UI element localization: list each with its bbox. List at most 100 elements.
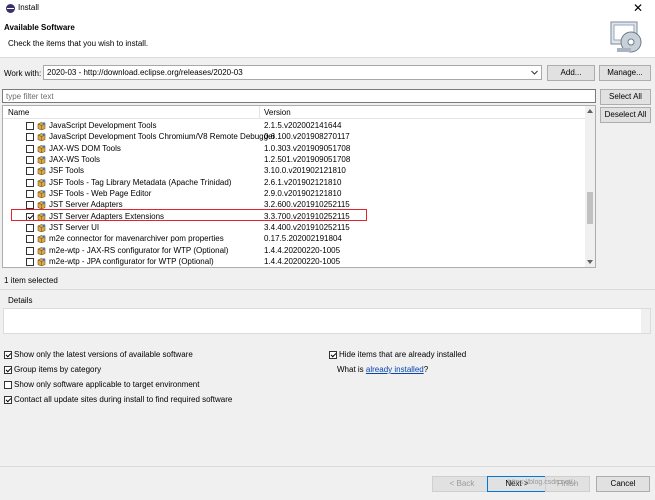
title-bar: Install ✕ [0, 0, 655, 17]
package-icon [37, 167, 46, 176]
hide-installed-label: Hide items that are already installed [339, 350, 467, 359]
group-by-category-checkbox[interactable] [4, 366, 12, 374]
row-name: JSF Tools - Web Page Editor [49, 189, 152, 199]
tree-column-header: Name Version [3, 106, 586, 119]
package-icon [37, 133, 46, 142]
tree-row[interactable]: JavaScript Development Tools 2.1.5.v20200… [3, 120, 586, 131]
row-version: 3.4.400.v201910252115 [264, 223, 350, 233]
row-checkbox[interactable] [26, 167, 34, 176]
row-version: 0.17.5.202002191804 [264, 234, 342, 244]
column-separator[interactable] [259, 106, 260, 118]
row-name: m2e connector for mavenarchiver pom prop… [49, 234, 224, 244]
row-name: JSF Tools [49, 166, 84, 176]
what-is-prefix: What is [337, 365, 366, 374]
back-button[interactable]: < Back [432, 476, 492, 492]
install-cd-icon [610, 21, 642, 53]
target-environment-checkbox[interactable] [4, 381, 12, 389]
page-description: Check the items that you wish to install… [8, 39, 149, 48]
row-version: 1.0.303.v201909051708 [264, 143, 351, 153]
row-name: JAX-WS DOM Tools [49, 143, 121, 153]
what-is-installed: What is already installed? [337, 365, 428, 374]
row-name: JAX-WS Tools [49, 155, 100, 165]
tree-row[interactable]: JavaScript Development Tools Chromium/V8… [3, 131, 586, 142]
divider [0, 289, 655, 290]
row-checkbox[interactable] [26, 178, 34, 187]
column-name[interactable]: Name [8, 108, 29, 117]
row-checkbox[interactable] [26, 258, 34, 267]
already-installed-link[interactable]: already installed [366, 365, 424, 374]
watermark: https://blog.csdn.net/... [508, 479, 579, 486]
row-version: 0.6.100.v201908270117 [264, 132, 350, 142]
details-label: Details [8, 296, 33, 305]
work-with-value: 2020-03 - http://download.eclipse.org/re… [47, 68, 243, 77]
window-title: Install [18, 3, 39, 12]
add-site-button[interactable]: Add... [547, 65, 595, 81]
software-tree[interactable]: Name Version JavaScript Development Tool… [2, 105, 596, 268]
row-name: JSF Tools - Tag Library Metadata (Apache… [49, 177, 232, 187]
eclipse-icon [6, 4, 15, 13]
group-by-category-label: Group items by category [14, 365, 102, 374]
tree-row[interactable]: JSF Tools 3.10.0.v201902121810 [3, 165, 586, 176]
page-title: Available Software [4, 23, 75, 32]
filter-field[interactable] [2, 89, 596, 103]
tree-row[interactable]: m2e-wtp - JPA configurator for WTP (Opti… [3, 256, 586, 267]
row-version: 1.2.501.v201909051708 [264, 155, 351, 165]
selection-highlight-box [11, 209, 367, 221]
package-icon [37, 122, 46, 131]
tree-row[interactable]: m2e-wtp - JAX-RS configurator for WTP (O… [3, 245, 586, 256]
tree-scrollbar[interactable] [585, 106, 595, 267]
selection-status: 1 item selected [4, 276, 58, 285]
row-checkbox[interactable] [26, 224, 34, 233]
tree-row[interactable]: JAX-WS Tools 1.2.501.v201909051708 [3, 154, 586, 165]
row-name: JavaScript Development Tools Chromium/V8… [49, 132, 276, 142]
details-text-area[interactable] [3, 308, 651, 334]
work-with-label: Work with: [4, 69, 42, 78]
hide-installed-checkbox[interactable] [329, 351, 337, 359]
row-version: 1.4.4.20200220-1005 [264, 245, 341, 255]
contact-sites-checkbox[interactable] [4, 396, 12, 404]
filter-input[interactable] [3, 90, 595, 102]
manage-sites-button[interactable]: Manage... [599, 65, 651, 81]
select-all-button[interactable]: Select All [600, 89, 651, 105]
package-icon [37, 190, 46, 199]
row-checkbox[interactable] [26, 246, 34, 255]
wizard-header: Available Software Check the items that … [0, 17, 655, 58]
latest-versions-checkbox[interactable] [4, 351, 12, 359]
package-icon [37, 156, 46, 165]
tree-row[interactable]: JSF Tools - Tag Library Metadata (Apache… [3, 177, 586, 188]
tree-row[interactable]: m2e connector for mavenarchiver pom prop… [3, 233, 586, 244]
scroll-up-icon[interactable] [587, 109, 593, 113]
row-checkbox[interactable] [26, 235, 34, 244]
row-version: 1.4.4.20200220-1005 [264, 257, 341, 267]
package-icon [37, 235, 46, 244]
row-name: JST Server UI [49, 223, 100, 233]
tree-rows: JavaScript Development Tools 2.1.5.v20200… [3, 120, 586, 267]
row-name: JavaScript Development Tools [49, 121, 157, 130]
row-checkbox[interactable] [26, 190, 34, 199]
row-name: m2e-wtp - JAX-RS configurator for WTP (O… [49, 245, 229, 255]
row-checkbox[interactable] [26, 156, 34, 165]
deselect-all-button[interactable]: Deselect All [600, 107, 651, 123]
package-icon [37, 224, 46, 233]
scroll-thumb[interactable] [587, 192, 593, 224]
row-version: 2.1.5.v202002141644 [264, 121, 342, 130]
tree-row[interactable]: JSF Tools - Web Page Editor 2.9.0.v201902… [3, 188, 586, 199]
chevron-down-icon[interactable] [531, 69, 538, 76]
row-checkbox[interactable] [26, 122, 34, 130]
tree-row[interactable]: JAX-WS DOM Tools 1.0.303.v201909051708 [3, 143, 586, 154]
scroll-down-icon[interactable] [587, 260, 593, 264]
row-name: m2e-wtp - JPA configurator for WTP (Opti… [49, 257, 214, 267]
details-scrollbar[interactable] [641, 309, 650, 333]
latest-versions-label: Show only the latest versions of availab… [14, 350, 193, 359]
work-with-combo[interactable]: 2020-03 - http://download.eclipse.org/re… [43, 65, 542, 80]
tree-row[interactable]: JST Server UI 3.4.400.v201910252115 [3, 222, 586, 233]
column-version[interactable]: Version [264, 108, 291, 117]
cancel-button[interactable]: Cancel [596, 476, 650, 492]
package-icon [37, 246, 46, 256]
row-version: 2.9.0.v201902121810 [264, 189, 342, 199]
row-checkbox[interactable] [26, 144, 34, 153]
row-checkbox[interactable] [26, 133, 34, 142]
package-icon [37, 144, 46, 154]
close-icon[interactable]: ✕ [633, 1, 643, 15]
what-is-suffix: ? [423, 365, 429, 374]
